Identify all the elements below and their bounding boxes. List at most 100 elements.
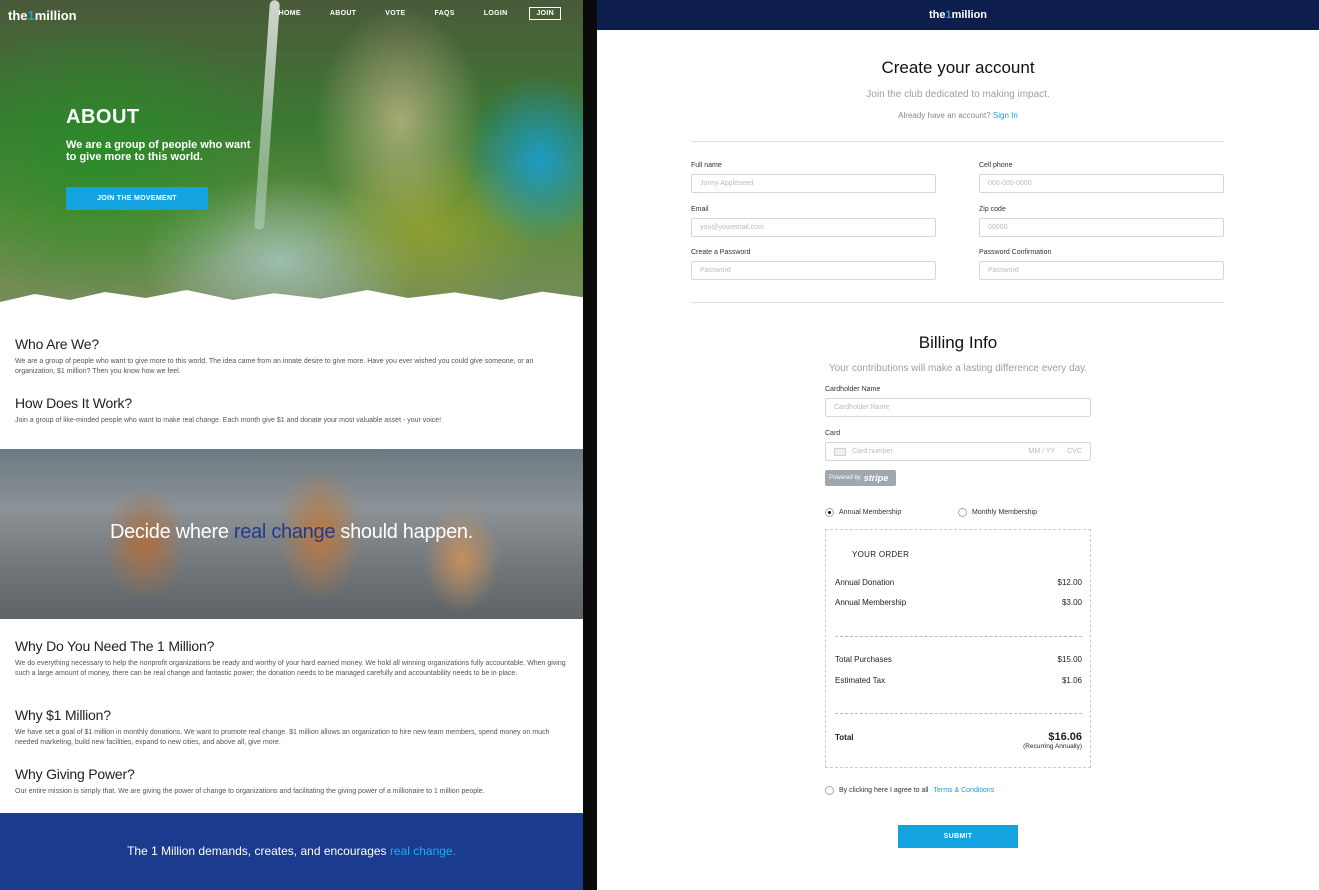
- field-label: Full name: [691, 162, 722, 169]
- annual-membership-radio[interactable]: Annual Membership: [825, 508, 901, 517]
- terms-link[interactable]: Terms & Conditions: [934, 787, 995, 794]
- footer-text: The 1 Million demands, creates, and enco…: [127, 844, 456, 858]
- logo-text-post: million: [34, 8, 77, 23]
- order-subtotal-amount: $15.00: [1057, 655, 1082, 664]
- banner-text: Decide where: [109, 521, 234, 543]
- cell-phone-field: Cell phone 000-000-0000: [979, 162, 1224, 193]
- order-total-label: Total: [835, 733, 854, 742]
- terms-radio-icon: [825, 786, 834, 795]
- logo[interactable]: the1million: [8, 8, 77, 23]
- order-line: Annual Donation $12.00: [835, 578, 1082, 587]
- order-line-label: Annual Donation: [835, 578, 895, 587]
- logo[interactable]: the1million: [929, 9, 987, 21]
- password-confirm-field: Password Confirmation Password: [979, 249, 1224, 280]
- signup-page: the1million Create your account Join the…: [597, 0, 1319, 890]
- logo-text-pre: the: [8, 8, 28, 23]
- zip-field: Zip code 00000: [979, 206, 1224, 237]
- signup-subtitle: Join the club dedicated to making impact…: [866, 89, 1050, 100]
- field-label: Card: [825, 430, 841, 437]
- footer-band: The 1 Million demands, creates, and enco…: [0, 813, 583, 890]
- field-label: Zip code: [979, 206, 1006, 213]
- torn-edge: [0, 290, 583, 318]
- order-title: YOUR ORDER: [852, 550, 910, 559]
- section-body: Our entire mission is simply that. We ar…: [15, 788, 485, 795]
- order-subtotal-label: Total Purchases: [835, 655, 892, 664]
- cardholder-field: Cardholder Name Cardholder Name: [825, 386, 1091, 417]
- dogs-banner: Decide where real change should happen.: [0, 449, 583, 619]
- order-subtotal: Estimated Tax $1.06: [835, 676, 1082, 685]
- order-line-amount: $3.00: [1061, 598, 1082, 607]
- card-number-placeholder: Card number: [852, 448, 893, 455]
- section-heading: How Does It Work?: [15, 395, 132, 411]
- password-field: Create a Password Password: [691, 249, 936, 280]
- footer-text-main: The 1 Million demands, creates, and enco…: [127, 843, 390, 858]
- order-subtotal-label: Estimated Tax: [835, 676, 886, 685]
- nav-about[interactable]: ABOUT: [330, 10, 356, 20]
- zip-input[interactable]: 00000: [979, 218, 1224, 237]
- field-label: Email: [691, 206, 709, 213]
- section-how: How Does It Work? Join a group of like-m…: [15, 395, 567, 426]
- sign-in-link[interactable]: Sign In: [993, 111, 1018, 120]
- email-input[interactable]: you@youremail.com: [691, 218, 936, 237]
- cell-phone-input[interactable]: 000-000-0000: [979, 174, 1224, 193]
- order-subtotal: Total Purchases $15.00: [835, 655, 1082, 664]
- section-body: Join a group of like-minded people who w…: [15, 417, 442, 424]
- signup-title: Create your account: [881, 58, 1035, 77]
- password-confirm-input[interactable]: Password: [979, 261, 1224, 280]
- have-account-line: Already have an account? Sign In: [597, 111, 1319, 120]
- section-body: We do everything necessary to help the n…: [15, 660, 566, 677]
- radio-unselected-icon: [958, 508, 967, 517]
- nav-links: HOME ABOUT VOTE FAQS LOGIN JOIN: [250, 7, 561, 20]
- join-movement-button[interactable]: JOIN THE MOVEMENT: [66, 187, 208, 210]
- banner-highlight: real change: [233, 521, 336, 543]
- card-input[interactable]: Card number MM / YY CVC: [825, 442, 1091, 461]
- stripe-badge[interactable]: Powered by stripe: [825, 470, 896, 486]
- order-divider: [835, 713, 1082, 714]
- monthly-membership-radio[interactable]: Monthly Membership: [958, 508, 1037, 517]
- section-who: Who Are We? We are a group of people who…: [15, 336, 567, 377]
- hero-title: ABOUT: [66, 106, 140, 128]
- section-why-need: Why Do You Need The 1 Million? We do eve…: [15, 638, 567, 679]
- terms-agreement[interactable]: By clicking here I agree to all Terms & …: [825, 786, 994, 795]
- section-heading: Who Are We?: [15, 336, 99, 352]
- signup-topbar: the1million: [597, 0, 1319, 30]
- nav-faqs[interactable]: FAQS: [435, 10, 455, 20]
- divider: [691, 302, 1224, 303]
- billing-subtitle: Your contributions will make a lasting d…: [828, 363, 1088, 374]
- card-cvc-placeholder: CVC: [1067, 448, 1082, 455]
- section-body: We are a group of people who want to giv…: [15, 358, 534, 375]
- radio-selected-icon: [825, 508, 834, 517]
- radio-label: Monthly Membership: [972, 509, 1037, 516]
- nav-vote[interactable]: VOTE: [385, 10, 405, 20]
- have-account-text: Already have an account?: [898, 111, 991, 120]
- top-nav: the1million HOME ABOUT VOTE FAQS LOGIN J…: [0, 7, 583, 28]
- banner-text: should happen.: [335, 521, 474, 543]
- field-label: Password Confirmation: [979, 249, 1052, 256]
- section-heading: Why Do You Need The 1 Million?: [15, 638, 215, 654]
- section-body: We have set a goal of $1 million in mont…: [15, 729, 550, 746]
- nav-login[interactable]: LOGIN: [484, 10, 508, 20]
- full-name-input[interactable]: Jonny Appleseed: [691, 174, 936, 193]
- order-subtotal-amount: $1.06: [1061, 676, 1082, 685]
- about-page: the1million HOME ABOUT VOTE FAQS LOGIN J…: [0, 0, 583, 890]
- submit-button[interactable]: SUBMIT: [898, 825, 1018, 848]
- water-stream: [253, 0, 281, 231]
- radio-label: Annual Membership: [839, 509, 902, 516]
- cardholder-input[interactable]: Cardholder Name: [825, 398, 1091, 417]
- stripe-logo: stripe: [863, 473, 889, 483]
- section-heading: Why $1 Million?: [15, 707, 111, 723]
- nav-home[interactable]: HOME: [279, 10, 301, 20]
- screenshot-frame: the1million HOME ABOUT VOTE FAQS LOGIN J…: [0, 0, 1319, 890]
- hero-subtitle: We are a group of people who want to giv…: [66, 139, 251, 163]
- section-why-power: Why Giving Power? Our entire mission is …: [15, 766, 567, 797]
- logo-text-one: 1: [27, 8, 35, 23]
- password-input[interactable]: Password: [691, 261, 936, 280]
- card-exp-placeholder: MM / YY: [1028, 448, 1056, 455]
- field-label: Cell phone: [979, 162, 1013, 169]
- banner-tagline: Decide where real change should happen.: [0, 521, 583, 544]
- order-divider: [835, 636, 1082, 637]
- nav-join-button[interactable]: JOIN: [529, 7, 561, 20]
- terms-text: By clicking here I agree to all: [839, 787, 929, 794]
- section-why-million: Why $1 Million? We have set a goal of $1…: [15, 707, 567, 748]
- stripe-powered-by: Powered by: [829, 475, 861, 481]
